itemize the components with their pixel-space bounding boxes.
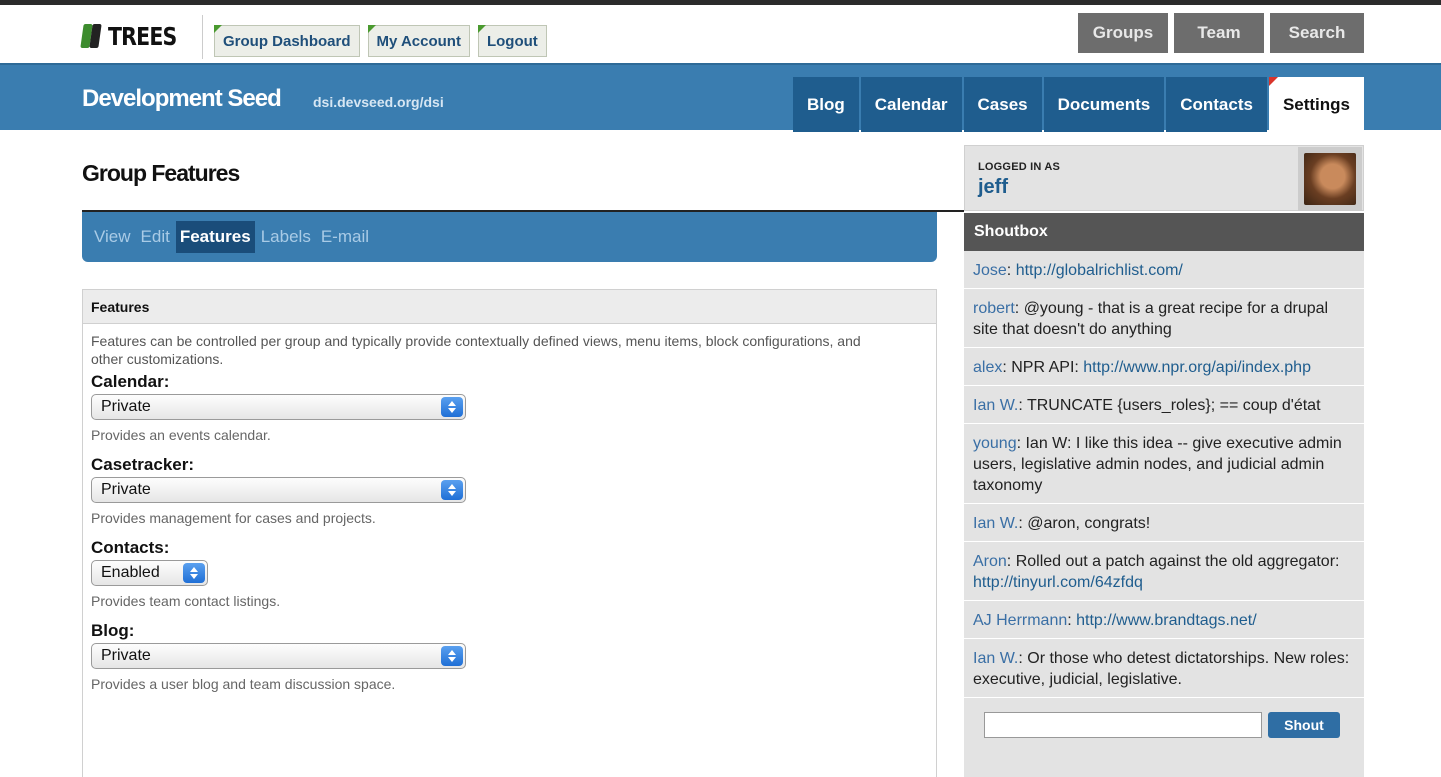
shoutbox: Jose: http://globalrichlist.com/robert: … <box>964 251 1364 777</box>
trees-logo[interactable]: TREES <box>80 21 191 51</box>
shoutbox-title: Shoutbox <box>964 213 1364 251</box>
fieldset-legend[interactable]: Features <box>83 290 936 324</box>
shout-item: Ian W.: Or those who detest dictatorship… <box>964 639 1364 698</box>
nav-tab-calendar[interactable]: Calendar <box>860 77 962 132</box>
team-button[interactable]: Team <box>1174 13 1264 53</box>
logout-link[interactable]: Logout <box>477 25 547 57</box>
nav-tab-settings[interactable]: Settings <box>1268 77 1364 132</box>
groups-button[interactable]: Groups <box>1078 13 1168 53</box>
trees-logo-icon <box>80 22 102 50</box>
site-title[interactable]: Development Seed <box>82 85 282 113</box>
shout-text: : Ian W: I like this idea -- give execut… <box>973 435 1342 494</box>
shout-author-link[interactable]: alex <box>973 359 1002 376</box>
shout-text: : Rolled out a patch against the old agg… <box>1006 553 1340 570</box>
shout-item: Ian W.: TRUNCATE {users_roles}; == coup … <box>964 386 1364 424</box>
casetracker-select[interactable]: Private <box>91 477 466 503</box>
subtab-features[interactable]: Features <box>175 221 255 253</box>
shout-author-link[interactable]: AJ Herrmann <box>973 612 1067 629</box>
logged-in-box: LOGGED IN AS jeff <box>964 145 1364 211</box>
shout-link[interactable]: http://www.npr.org/api/index.php <box>1083 359 1311 376</box>
subtab-edit[interactable]: Edit <box>137 221 174 253</box>
top-right-buttons: Groups Team Search <box>1078 13 1364 53</box>
feature-label: Casetracker: <box>91 455 195 474</box>
shout-text: : Or those who detest dictatorships. New… <box>973 650 1350 688</box>
feature-blog: Blog: Private Provides a user blog and t… <box>91 621 928 692</box>
contacts-select[interactable]: Enabled <box>91 560 208 586</box>
shout-text: : @aron, congrats! <box>1018 515 1151 532</box>
shout-item: Ian W.: @aron, congrats! <box>964 504 1364 542</box>
nav-tab-cases[interactable]: Cases <box>963 77 1042 132</box>
shout-link[interactable]: http://globalrichlist.com/ <box>1016 262 1183 279</box>
select-arrows-icon <box>441 397 463 417</box>
shout-item: young: Ian W: I like this idea -- give e… <box>964 424 1364 504</box>
shout-text: : <box>1067 612 1077 629</box>
shout-text: : NPR API: <box>1002 359 1084 376</box>
nav-tab-contacts[interactable]: Contacts <box>1166 77 1267 132</box>
subtab-labels[interactable]: Labels <box>257 221 315 253</box>
blog-select[interactable]: Private <box>91 643 466 669</box>
site-header: Development Seed dsi.devseed.org/dsi Blo… <box>0 63 1441 132</box>
my-account-link[interactable]: My Account <box>367 25 470 57</box>
shout-link[interactable]: http://www.brandtags.net/ <box>1076 612 1257 629</box>
shout-author-link[interactable]: Jose <box>973 262 1007 279</box>
shout-list: Jose: http://globalrichlist.com/robert: … <box>964 251 1364 698</box>
feature-help: Provides a user blog and team discussion… <box>91 676 396 692</box>
select-arrows-icon <box>441 480 463 500</box>
feature-casetracker: Casetracker: Private Provides management… <box>91 455 928 526</box>
user-links: Group Dashboard My Account Logout <box>214 25 547 57</box>
feature-contacts: Contacts: Enabled Provides team contact … <box>91 538 928 609</box>
feature-label: Calendar: <box>91 372 170 391</box>
shout-button[interactable]: Shout <box>1268 712 1340 738</box>
select-arrows-icon <box>441 646 463 666</box>
avatar[interactable] <box>1298 147 1362 211</box>
shout-link[interactable]: http://tinyurl.com/64zfdq <box>973 574 1143 591</box>
shout-form: Shout <box>964 698 1364 738</box>
top-bar: TREES Group Dashboard My Account Logout … <box>0 5 1441 63</box>
features-description: Features can be controlled per group and… <box>91 333 861 367</box>
shout-author-link[interactable]: Ian W. <box>973 515 1018 532</box>
user-photo <box>1304 153 1356 205</box>
shout-item: AJ Herrmann: http://www.brandtags.net/ <box>964 601 1364 639</box>
feature-label: Blog: <box>91 621 135 640</box>
feature-calendar: Calendar: Private Provides an events cal… <box>91 372 928 443</box>
nav-tab-documents[interactable]: Documents <box>1043 77 1165 132</box>
shout-input[interactable] <box>984 712 1262 738</box>
site-url: dsi.devseed.org/dsi <box>313 94 444 110</box>
nav-tab-blog[interactable]: Blog <box>792 77 859 132</box>
page-title: Group Features <box>82 160 240 186</box>
shout-author-link[interactable]: young <box>973 435 1017 452</box>
features-fieldset: Features Features can be controlled per … <box>82 289 937 777</box>
shout-item: robert: @young - that is a great recipe … <box>964 289 1364 348</box>
shout-item: Aron: Rolled out a patch against the old… <box>964 542 1364 601</box>
select-arrows-icon <box>183 563 205 583</box>
feature-help: Provides management for cases and projec… <box>91 510 376 526</box>
feature-help: Provides an events calendar. <box>91 427 271 443</box>
calendar-select[interactable]: Private <box>91 394 466 420</box>
shout-item: alex: NPR API: http://www.npr.org/api/in… <box>964 348 1364 386</box>
shout-author-link[interactable]: robert <box>973 300 1015 317</box>
subtab-view[interactable]: View <box>90 221 135 253</box>
username-link[interactable]: jeff <box>978 176 1008 199</box>
shout-item: Jose: http://globalrichlist.com/ <box>964 251 1364 289</box>
divider <box>202 15 203 59</box>
group-dashboard-link[interactable]: Group Dashboard <box>214 25 360 57</box>
shout-author-link[interactable]: Ian W. <box>973 650 1018 667</box>
logged-in-label: LOGGED IN AS <box>978 161 1061 173</box>
sub-tabs: View Edit Features Labels E-mail <box>82 212 937 262</box>
main-nav: Blog Calendar Cases Documents Contacts S… <box>792 77 1364 132</box>
feature-help: Provides team contact listings. <box>91 593 281 609</box>
shout-text: : TRUNCATE {users_roles}; == coup d'état <box>1018 397 1321 414</box>
logo-text: TREES <box>108 21 177 51</box>
subtab-email[interactable]: E-mail <box>317 221 373 253</box>
shout-text: : <box>1006 262 1016 279</box>
shout-author-link[interactable]: Ian W. <box>973 397 1018 414</box>
shout-text: : @young - that is a great recipe for a … <box>973 300 1329 338</box>
feature-label: Contacts: <box>91 538 170 557</box>
search-button[interactable]: Search <box>1270 13 1364 53</box>
shout-author-link[interactable]: Aron <box>973 553 1007 570</box>
